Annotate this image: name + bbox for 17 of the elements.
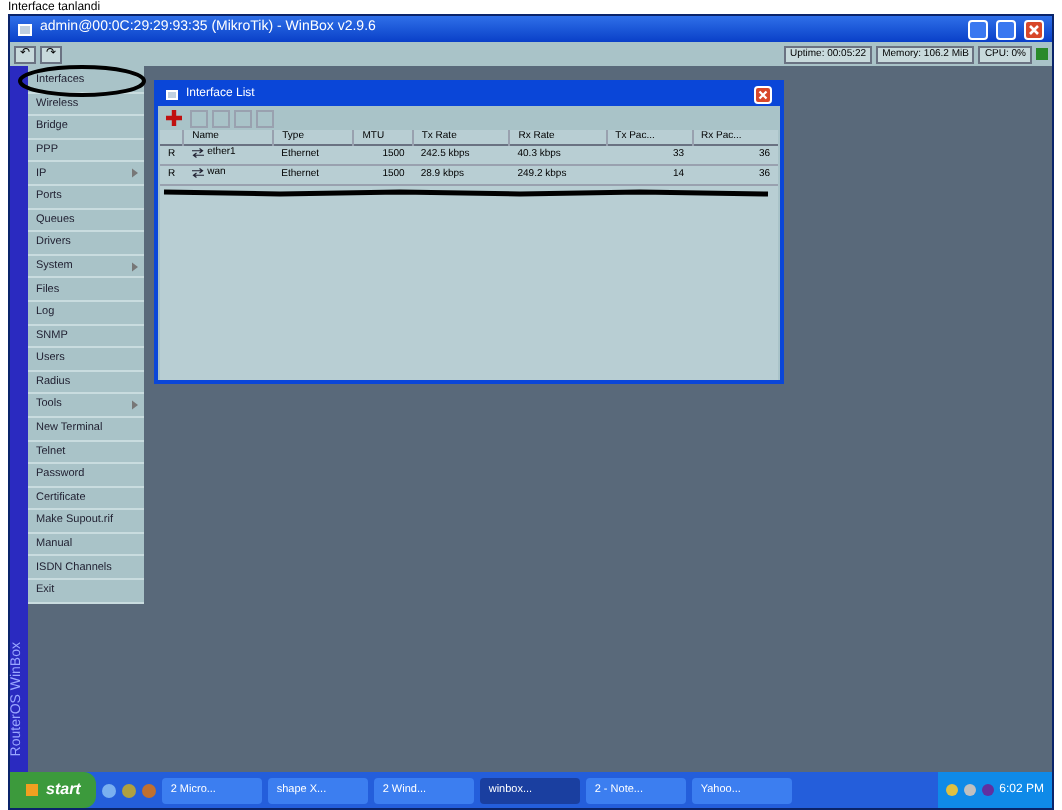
window-icon <box>18 23 32 35</box>
submenu-arrow-icon <box>132 400 138 411</box>
window-icon <box>166 90 178 100</box>
add-button[interactable] <box>162 109 186 127</box>
windows-logo-icon <box>26 784 38 796</box>
maximize-button[interactable] <box>996 19 1016 39</box>
submenu-arrow-icon <box>132 168 138 179</box>
close-icon <box>756 88 770 102</box>
submenu-arrow-icon <box>132 261 138 272</box>
interface-icon <box>191 168 204 178</box>
minimize-button[interactable] <box>968 19 988 39</box>
connection-icon <box>1036 48 1048 60</box>
close-icon <box>1026 21 1042 37</box>
start-button[interactable]: start <box>10 772 97 808</box>
close-button[interactable] <box>754 86 772 104</box>
close-button[interactable] <box>1024 19 1044 39</box>
interface-icon <box>191 148 204 158</box>
